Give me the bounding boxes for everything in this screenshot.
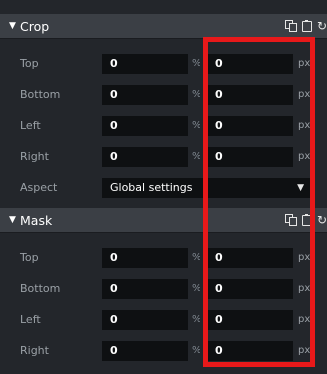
chevron-down-icon[interactable]: ▼: [297, 178, 304, 198]
mask-bottom-px-unit: px: [298, 283, 311, 294]
mask-top-px-input[interactable]: 0: [207, 248, 293, 268]
collapse-triangle-icon[interactable]: ▼: [9, 21, 16, 31]
crop-section-header[interactable]: ▼ Crop ↻: [0, 14, 327, 39]
mask-left-percent-unit: %: [192, 308, 200, 332]
mask-top-percent-unit: %: [192, 246, 200, 270]
crop-left-px-unit: px: [298, 120, 311, 131]
mask-bottom-percent-input[interactable]: 0: [102, 279, 188, 299]
mask-section-header[interactable]: ▼ Mask ↻: [0, 208, 327, 233]
mask-bottom-percent-unit: %: [192, 277, 200, 301]
mask-left-percent-input[interactable]: 0: [102, 310, 188, 330]
mask-top-label: Top: [20, 251, 39, 264]
crop-row-left: Left 0 % 0 px: [0, 114, 327, 138]
collapse-triangle-icon[interactable]: ▼: [9, 215, 16, 225]
mask-section-tools: ↻: [281, 208, 327, 232]
crop-top-percent-unit: %: [192, 52, 200, 76]
crop-left-percent-unit: %: [192, 114, 200, 138]
crop-left-percent-input[interactable]: 0: [102, 116, 188, 136]
mask-right-percent-unit: %: [192, 339, 200, 363]
mask-right-percent-input[interactable]: 0: [102, 341, 188, 361]
aspect-label: Aspect: [20, 181, 58, 194]
crop-top-px-unit: px: [298, 58, 311, 69]
reset-icon[interactable]: ↻: [317, 214, 327, 226]
copy-icon[interactable]: [284, 214, 297, 226]
crop-section-tools: ↻: [281, 14, 327, 38]
crop-section-title: Crop: [20, 18, 50, 34]
mask-row-bottom: Bottom 0 % 0 px: [0, 277, 327, 301]
crop-right-label: Right: [20, 150, 49, 163]
crop-left-px-input[interactable]: 0: [207, 116, 293, 136]
paste-icon[interactable]: [301, 20, 313, 32]
reset-icon[interactable]: ↻: [317, 20, 327, 32]
copy-icon[interactable]: [284, 20, 297, 32]
crop-top-percent-input[interactable]: 0: [102, 54, 188, 74]
mask-top-px-unit: px: [298, 252, 311, 263]
mask-row-right: Right 0 % 0 px: [0, 339, 327, 363]
mask-right-px-unit: px: [298, 345, 311, 356]
mask-left-px-input[interactable]: 0: [207, 310, 293, 330]
crop-row-aspect: Aspect Global settings ▼: [0, 176, 327, 200]
mask-row-top: Top 0 % 0 px: [0, 246, 327, 270]
crop-row-right: Right 0 % 0 px: [0, 145, 327, 169]
mask-top-percent-input[interactable]: 0: [102, 248, 188, 268]
aspect-dropdown[interactable]: Global settings ▼: [102, 178, 312, 198]
crop-bottom-label: Bottom: [20, 88, 61, 101]
paste-icon[interactable]: [301, 214, 313, 226]
crop-bottom-percent-unit: %: [192, 83, 200, 107]
mask-right-label: Right: [20, 344, 49, 357]
crop-top-label: Top: [20, 57, 39, 70]
crop-left-label: Left: [20, 119, 41, 132]
crop-right-px-unit: px: [298, 151, 311, 162]
mask-left-label: Left: [20, 313, 41, 326]
crop-bottom-px-input[interactable]: 0: [207, 85, 293, 105]
mask-section-title: Mask: [20, 212, 53, 228]
mask-row-left: Left 0 % 0 px: [0, 308, 327, 332]
mask-bottom-px-input[interactable]: 0: [207, 279, 293, 299]
crop-row-bottom: Bottom 0 % 0 px: [0, 83, 327, 107]
mask-left-px-unit: px: [298, 314, 311, 325]
crop-bottom-percent-input[interactable]: 0: [102, 85, 188, 105]
crop-top-px-input[interactable]: 0: [207, 54, 293, 74]
mask-right-px-input[interactable]: 0: [207, 341, 293, 361]
crop-right-px-input[interactable]: 0: [207, 147, 293, 167]
crop-bottom-px-unit: px: [298, 89, 311, 100]
crop-right-percent-unit: %: [192, 145, 200, 169]
crop-row-top: Top 0 % 0 px: [0, 52, 327, 76]
mask-bottom-label: Bottom: [20, 282, 61, 295]
aspect-dropdown-value: Global settings: [110, 181, 193, 194]
crop-right-percent-input[interactable]: 0: [102, 147, 188, 167]
